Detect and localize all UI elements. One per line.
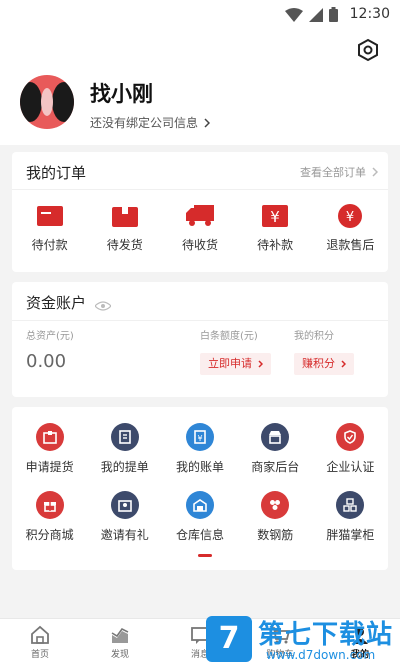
svg-text:¥: ¥ (270, 208, 280, 226)
service-label: 我的账单 (175, 460, 224, 474)
chevron-right-icon (372, 167, 378, 177)
order-item-label: 待发货 (106, 238, 143, 252)
truck-icon (185, 204, 214, 228)
earn-points-label: 赚积分 (302, 357, 335, 370)
chevron-right-icon (341, 360, 346, 368)
grid-icon (336, 491, 365, 519)
order-pending-receipt[interactable]: 待收货 (162, 204, 237, 253)
order-item-label: 待付款 (31, 238, 68, 252)
tab-discover[interactable]: 发现 (80, 619, 160, 666)
avatar[interactable] (20, 75, 74, 129)
service-label: 商家后台 (251, 460, 300, 474)
status-bar: 12:30 (0, 0, 400, 30)
yen-card-icon: ¥ (261, 204, 289, 228)
rebar-icon (261, 491, 290, 519)
chevron-right-icon (204, 117, 211, 128)
service-invite-rewards[interactable]: 邀请有礼 (87, 491, 162, 543)
watermark-text: 第七下载站 (258, 620, 394, 650)
order-item-label: 待收货 (181, 238, 218, 252)
warehouse-icon (185, 491, 214, 519)
gear-icon (358, 38, 378, 62)
bind-company-label: 还没有绑定公司信息 (90, 116, 199, 130)
svg-text:¥: ¥ (197, 434, 202, 443)
order-refund-aftersale[interactable]: ¥ 退款售后 (313, 204, 388, 253)
home-icon (31, 625, 49, 644)
watermark: 7 第七下载站 www.d7down.com (206, 614, 400, 666)
service-label: 仓库信息 (175, 528, 224, 542)
service-apply-pickup[interactable]: 申请提货 (12, 423, 87, 475)
battery-icon (329, 7, 338, 22)
bill-icon (110, 423, 139, 451)
chevron-right-icon (258, 360, 263, 368)
store-icon (261, 423, 290, 451)
orders-title: 我的订单 (26, 164, 87, 182)
order-pending-payment[interactable]: 待付款 (12, 204, 87, 253)
service-warehouse-info[interactable]: 仓库信息 (162, 491, 237, 543)
orders-header: 我的订单 查看全部订单 (12, 152, 388, 190)
eye-icon[interactable] (94, 296, 112, 315)
service-rebar-count[interactable]: 数钢筋 (238, 491, 313, 543)
service-my-bills-of-lading[interactable]: 我的提单 (87, 423, 162, 475)
view-all-orders-link[interactable]: 查看全部订单 (300, 164, 378, 180)
funds-card: 资金账户 总资产(元) 0.00 白条额度(元) 立即申请 我的积分 赚积分 (12, 282, 388, 397)
services-card: 申请提货 我的提单 ¥ 我的账单 商家后台 企业认证 积分商城 邀请有礼 仓库信 (12, 407, 388, 570)
gift-icon (35, 491, 64, 519)
total-assets-value: 0.00 (26, 351, 67, 372)
service-label: 积分商城 (25, 528, 74, 542)
order-pending-supplement[interactable]: ¥ 待补款 (238, 204, 313, 253)
ledger-icon: ¥ (185, 423, 214, 451)
orders-card: 我的订单 查看全部订单 待付款 待发货 待收货 ¥ 待补款 ¥ 退款售后 (12, 152, 388, 272)
service-label: 数钢筋 (257, 528, 294, 542)
funds-body: 总资产(元) 0.00 白条额度(元) 立即申请 我的积分 赚积分 (12, 320, 388, 375)
service-label: 申请提货 (25, 460, 74, 474)
apply-credit-label: 立即申请 (208, 357, 252, 370)
apply-credit-button[interactable]: 立即申请 (200, 353, 271, 375)
profile-header: 找小刚 还没有绑定公司信息 (0, 30, 400, 145)
watermark-url: www.d7down.com (266, 648, 376, 662)
earn-points-button[interactable]: 赚积分 (294, 353, 354, 375)
service-label: 我的提单 (100, 460, 149, 474)
svg-text:¥: ¥ (346, 210, 354, 225)
services-grid: 申请提货 我的提单 ¥ 我的账单 商家后台 企业认证 积分商城 邀请有礼 仓库信 (12, 423, 388, 543)
invite-icon (110, 491, 139, 519)
order-item-label: 退款售后 (326, 238, 375, 252)
service-my-statements[interactable]: ¥ 我的账单 (162, 423, 237, 475)
total-assets-label: 总资产(元) (26, 331, 74, 342)
funds-title: 资金账户 (26, 294, 87, 312)
status-time: 12:30 (349, 6, 390, 22)
signal-icon (309, 7, 323, 22)
service-merchant-backend[interactable]: 商家后台 (238, 423, 313, 475)
service-enterprise-verification[interactable]: 企业认证 (313, 423, 388, 475)
wifi-icon (285, 7, 303, 22)
tab-home[interactable]: 首页 (0, 619, 80, 666)
status-icons (285, 7, 338, 22)
tab-label: 发现 (110, 650, 129, 660)
order-status-row: 待付款 待发货 待收货 ¥ 待补款 ¥ 退款售后 (12, 204, 388, 253)
tab-label: 首页 (30, 650, 49, 660)
pickup-icon (35, 423, 64, 451)
refund-icon: ¥ (336, 204, 364, 228)
settings-button[interactable] (356, 38, 380, 62)
view-all-label: 查看全部订单 (300, 166, 366, 179)
credit-limit-label: 白条额度(元) (200, 331, 258, 342)
shield-check-icon (336, 423, 365, 451)
order-item-label: 待补款 (257, 238, 294, 252)
service-label: 邀请有礼 (100, 528, 149, 542)
watermark-logo: 7 (206, 616, 252, 662)
service-fatcat-shopkeeper[interactable]: 胖猫掌柜 (313, 491, 388, 543)
service-label: 企业认证 (326, 460, 375, 474)
wallet-icon (36, 204, 64, 228)
bind-company-link[interactable]: 还没有绑定公司信息 (90, 114, 211, 131)
points-label: 我的积分 (294, 331, 334, 342)
box-icon (111, 204, 139, 228)
order-pending-shipment[interactable]: 待发货 (87, 204, 162, 253)
service-label: 胖猫掌柜 (326, 528, 375, 542)
service-points-mall[interactable]: 积分商城 (12, 491, 87, 543)
username: 找小刚 (90, 82, 153, 106)
chart-icon (111, 627, 129, 643)
page-indicator (198, 554, 212, 557)
